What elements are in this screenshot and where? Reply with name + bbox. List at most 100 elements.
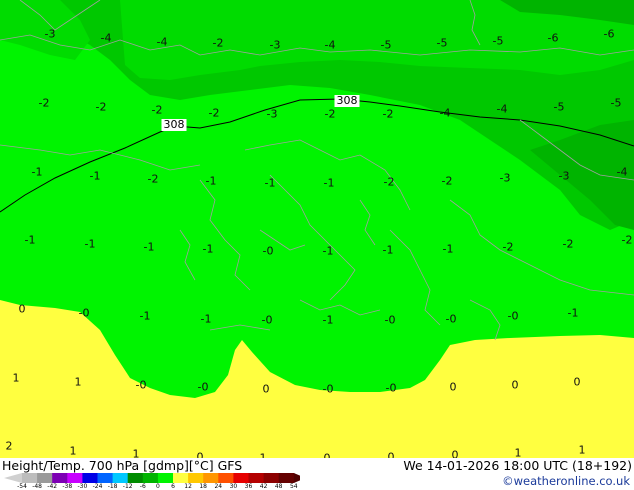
temp-label: -6: [547, 31, 559, 45]
temp-label: 0: [262, 382, 270, 396]
temp-label: 1: [578, 443, 586, 457]
scale-tick-label: -18: [107, 483, 118, 490]
scale-tick-label: 12: [184, 483, 192, 490]
temp-label: 0: [451, 448, 459, 459]
temp-label: -1: [322, 244, 334, 258]
scale-swatch: [248, 473, 265, 483]
temp-label: -1: [567, 306, 579, 320]
temp-label: -1: [89, 169, 101, 183]
temp-label: -1: [264, 176, 276, 190]
temp-label: -4: [439, 106, 451, 120]
temp-label: -2: [502, 240, 514, 254]
scale-tick-label: 6: [171, 483, 175, 490]
temp-label: -4: [324, 38, 336, 52]
scale-swatch: [218, 473, 234, 483]
temp-label: -3: [499, 171, 511, 185]
map-title: Height/Temp. 700 hPa [gdmp][°C] GFS: [2, 458, 243, 473]
weather-map: 308 308 -3 -4 -4 -2 -3 -4 -5 -5 -5 -6 -6…: [0, 0, 634, 458]
temp-label: -1: [205, 174, 217, 188]
temp-label: -0: [197, 380, 209, 394]
temp-label: -0: [78, 306, 90, 320]
scale-tick-label: 0: [155, 483, 160, 490]
temp-label: -2: [151, 103, 163, 117]
contour-label-308-b: 308: [334, 94, 360, 107]
scale-swatch: [82, 473, 98, 483]
temp-label: -4: [100, 31, 112, 45]
scale-arrow-left: [4, 473, 22, 483]
temp-label: -4: [496, 102, 508, 116]
temp-label: -5: [610, 96, 622, 110]
temp-label: -5: [492, 34, 504, 48]
temp-label: 1: [69, 444, 77, 458]
scale-tick-label: 36: [244, 483, 253, 490]
scale-swatch: [188, 473, 204, 483]
temp-label: -1: [143, 240, 155, 254]
temp-label: -1: [200, 312, 212, 326]
temp-label: 0: [511, 378, 519, 392]
temp-label: 0: [18, 302, 26, 316]
scale-swatch: [263, 473, 280, 483]
scale-swatch: [278, 473, 295, 483]
scale-tick-label: -30: [77, 483, 88, 490]
temp-label: -2: [621, 233, 633, 247]
scale-swatch: [127, 473, 144, 483]
temp-label: -4: [616, 165, 628, 179]
temp-label: -0: [261, 313, 273, 327]
temp-label: -2: [382, 107, 394, 121]
temp-label: -2: [38, 96, 50, 110]
temp-label: 1: [132, 447, 140, 459]
temp-label: -0: [135, 378, 147, 392]
temp-label: -0: [445, 312, 457, 326]
color-scale-swatches: [4, 473, 300, 483]
scale-swatch: [142, 473, 159, 483]
temp-label: 1: [12, 371, 20, 385]
scale-tick-label: -54: [17, 483, 27, 490]
temp-label: 0: [573, 375, 581, 389]
temp-label: -1: [382, 243, 394, 257]
temp-label: -1: [442, 242, 454, 256]
scale-arrow-right: [293, 473, 300, 483]
scale-tick-label: -48: [32, 483, 42, 490]
scale-swatch: [173, 473, 189, 483]
scale-tick-label: 30: [229, 483, 238, 490]
contour-label-308-a: 308: [161, 118, 187, 131]
temp-label: -1: [31, 165, 43, 179]
site-credit[interactable]: ©weatheronline.co.uk: [502, 474, 630, 488]
temp-label: 1: [514, 446, 522, 459]
temp-label: 1: [74, 375, 82, 389]
temp-label: -1: [323, 176, 335, 190]
temp-label: -2: [562, 237, 574, 251]
scale-tick-label: 24: [214, 483, 223, 490]
scale-tick-label: -24: [92, 483, 103, 490]
temp-label: -1: [84, 237, 96, 251]
temp-label: -2: [95, 100, 107, 114]
temp-label: -3: [269, 38, 281, 52]
scale-swatch: [22, 473, 38, 483]
scale-tick-label: -12: [122, 483, 133, 490]
temp-label: -0: [507, 309, 519, 323]
temp-label: -3: [558, 169, 570, 183]
temp-label: -0: [385, 381, 397, 395]
temp-label: -1: [322, 313, 334, 327]
temp-label: -2: [212, 36, 224, 50]
scale-tick-label: 54: [289, 483, 298, 490]
scale-swatch: [203, 473, 219, 483]
scale-tick-label: 42: [259, 483, 268, 490]
scale-swatch: [52, 473, 68, 483]
scale-swatch: [37, 473, 53, 483]
temp-label: -1: [24, 233, 36, 247]
scale-tick-label: -6: [139, 483, 146, 490]
scale-tick-label: -38: [62, 483, 73, 490]
temp-label: -3: [266, 107, 278, 121]
temp-label: -5: [553, 100, 565, 114]
temp-label: -0: [322, 382, 334, 396]
scale-swatch: [67, 473, 83, 483]
scale-swatch: [97, 473, 114, 483]
temp-label: 0: [449, 380, 457, 394]
temp-label: -0: [384, 313, 396, 327]
temp-label: -1: [202, 242, 214, 256]
temp-label: 2: [5, 439, 13, 453]
temp-label: -0: [262, 244, 274, 258]
map-footer: Height/Temp. 700 hPa [gdmp][°C] GFS We 1…: [0, 458, 634, 490]
valid-time: We 14-01-2026 18:00 UTC (18+192): [403, 458, 632, 473]
